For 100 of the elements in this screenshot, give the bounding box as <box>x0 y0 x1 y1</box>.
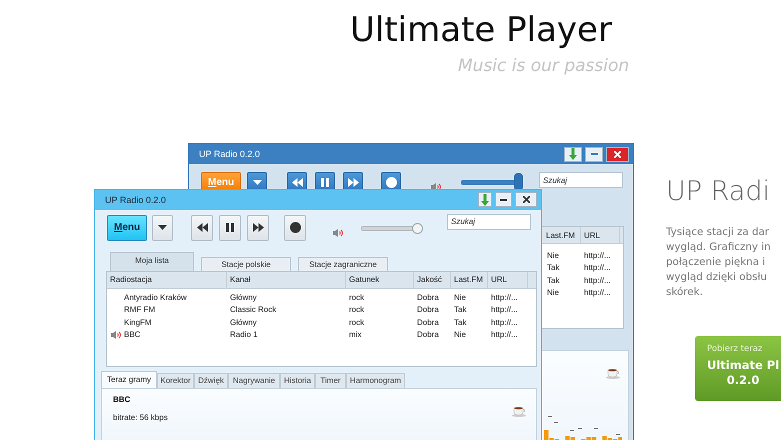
tab[interactable]: Moja lista <box>110 252 194 271</box>
table-cell-text: Tak <box>453 305 468 314</box>
table-cell-text: Tak <box>546 276 560 285</box>
minimize-icon <box>590 153 598 155</box>
table-cell-text: Antyradio Kraków <box>124 292 188 302</box>
close-icon <box>614 150 621 158</box>
volume-icon <box>431 183 442 191</box>
table-cell-text: Classic Rock <box>229 305 278 314</box>
table-cell-text: http://... <box>490 292 519 302</box>
description-line: wygląd. Graficzny in <box>666 240 772 255</box>
volume-icon <box>333 228 344 237</box>
pause-button[interactable] <box>219 214 242 241</box>
tab[interactable]: Timer <box>315 372 346 388</box>
search-field[interactable]: Szukaj <box>447 214 531 230</box>
tagline: Music is our passion <box>458 56 630 76</box>
minimize-icon <box>500 198 507 201</box>
table-cell-text: http://... <box>583 250 612 260</box>
rewind-button[interactable] <box>191 214 214 241</box>
window-title: UP Radio 0.2.0 <box>199 149 260 159</box>
table-cell-text: http://... <box>583 263 612 272</box>
description-line: Tysiące stacji za dar <box>666 225 770 240</box>
table-cell-text: http://... <box>490 305 519 314</box>
table-cell-text: RMF FM <box>124 305 156 314</box>
station-row[interactable]: KingFM Główny rock Dobra Tak http://... <box>107 316 536 328</box>
bitrate-text: bitrate: 56 kbps <box>113 412 169 422</box>
column-header[interactable]: Last.FM <box>543 227 581 243</box>
slider-thumb[interactable] <box>412 222 424 234</box>
table-cell-text: http://... <box>583 288 612 298</box>
close-button[interactable] <box>606 146 629 162</box>
pause-icon <box>321 178 330 186</box>
record-icon <box>386 176 397 188</box>
close-icon <box>522 196 530 204</box>
column-header[interactable]: Radiostacja <box>107 272 227 288</box>
pause-icon <box>226 223 234 232</box>
tab[interactable]: Stacje zagraniczne <box>298 256 388 271</box>
tab[interactable]: Dźwięk <box>194 372 228 388</box>
column-header[interactable]: Jakość <box>414 272 451 288</box>
table-cell-text: http://... <box>490 330 519 340</box>
column-header[interactable]: Kanał <box>227 272 346 288</box>
download-button[interactable] <box>564 146 582 162</box>
column-header[interactable]: Gatunek <box>346 272 414 288</box>
table-cell-text: Dobra <box>416 318 440 327</box>
column-header[interactable]: Last.FM <box>451 272 488 288</box>
table-cell-text: Główny <box>229 292 258 302</box>
table-cell-text: Nie <box>546 288 560 298</box>
table-cell-text: Tak <box>453 318 468 327</box>
table-cell-text: Dobra <box>416 305 440 314</box>
coffee-cup-icon <box>606 368 620 379</box>
record-icon <box>290 222 301 234</box>
tab[interactable]: Nagrywanie <box>228 372 280 388</box>
fast-forward-icon <box>252 223 264 232</box>
table-cell-text: Nie <box>453 292 468 302</box>
table-cell-text: Radio 1 <box>229 330 259 340</box>
table-cell-text: KingFM <box>124 318 153 327</box>
tab[interactable]: Historia <box>280 372 315 388</box>
table-cell-text: BBC <box>124 330 142 340</box>
download-icon <box>569 148 577 160</box>
description-line: połączenie piękna i <box>666 255 766 270</box>
table-cell-text: rock <box>348 305 366 314</box>
station-row[interactable]: Antyradio Kraków Główny rock Dobra Nie http://... <box>107 290 536 304</box>
playing-icon <box>110 330 120 339</box>
station-row[interactable]: RMF FM Classic Rock rock Dobra Tak http://... <box>107 303 536 316</box>
description-line: wygląd dzięki obsłu <box>666 270 768 285</box>
station-name: BBC <box>113 394 132 404</box>
table-cell-text: rock <box>348 318 366 327</box>
search-field[interactable]: Szukaj <box>539 172 623 188</box>
dropdown-button[interactable] <box>152 214 174 241</box>
tab[interactable]: Harmonogram <box>346 372 405 388</box>
caret-icon <box>158 225 168 230</box>
tab[interactable]: Stacje polskie <box>201 256 291 271</box>
table-cell-text: Nie <box>453 330 468 340</box>
description-line: skórek. <box>666 285 704 300</box>
table-cell-text: Dobra <box>416 330 440 340</box>
table-cell-text: Tak <box>546 263 560 272</box>
table-cell-text: Nie <box>546 250 560 260</box>
table-cell-text: Dobra <box>416 292 440 302</box>
column-header[interactable]: URL <box>581 227 620 243</box>
station-row[interactable]: BBC Radio 1 mix Dobra Nie http://... <box>107 328 536 341</box>
menu-button[interactable]: Menu <box>107 214 148 241</box>
table-cell-text: rock <box>348 292 366 302</box>
minimize-button[interactable] <box>495 192 512 208</box>
rewind-icon <box>292 178 303 186</box>
fast-forward-icon <box>348 178 359 186</box>
table-cell-text: Główny <box>229 318 258 327</box>
record-button[interactable] <box>284 214 306 241</box>
window-title: UP Radio 0.2.0 <box>105 194 166 205</box>
page-title: Ultimate Player <box>350 10 612 50</box>
rewind-icon <box>196 223 208 232</box>
table-cell-text: http://... <box>583 276 612 285</box>
tab[interactable]: Teraz gramy <box>101 370 157 388</box>
coffee-cup-icon <box>512 406 526 417</box>
caret-icon <box>252 180 262 184</box>
download-icon <box>481 194 489 206</box>
close-button[interactable] <box>515 192 537 208</box>
column-header[interactable]: URL <box>488 272 528 288</box>
table-cell-text: mix <box>348 330 362 340</box>
table-cell-text: http://... <box>490 318 519 327</box>
tab[interactable]: Korektor <box>157 372 194 388</box>
section-heading: UP Radi <box>666 176 771 207</box>
fast-forward-button[interactable] <box>247 214 270 241</box>
